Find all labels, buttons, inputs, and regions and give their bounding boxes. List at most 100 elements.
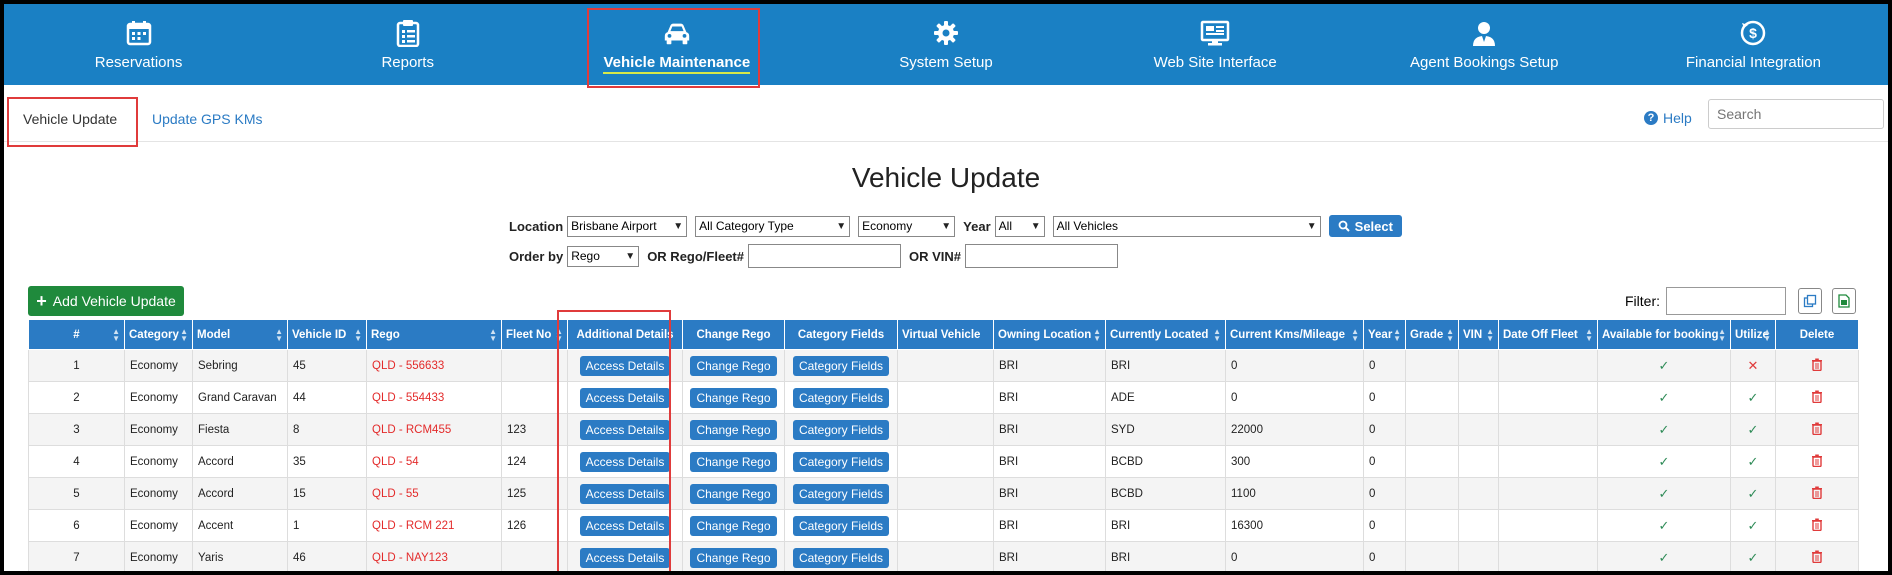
cell-rego[interactable]: QLD - RCM455 — [366, 413, 502, 446]
nav-system-setup[interactable]: System Setup — [811, 4, 1080, 85]
change-rego-button[interactable]: Change Rego — [690, 483, 777, 504]
category-value: Economy — [862, 219, 913, 233]
cell-rego[interactable]: QLD - 55 — [366, 477, 502, 510]
category-type-select[interactable]: All Category Type ▼ — [695, 215, 851, 237]
vin-input[interactable] — [965, 244, 1118, 268]
col-header-delete[interactable]: Delete — [1775, 319, 1859, 350]
add-vehicle-update-button[interactable]: + Add Vehicle Update — [28, 286, 184, 316]
col-header-virtual-vehicle[interactable]: Virtual Vehicle — [897, 319, 994, 350]
col-header-currently-located[interactable]: Currently Located ▲ ▼ — [1105, 319, 1226, 350]
location-select[interactable]: Brisbane Airport ▼ — [567, 215, 688, 237]
col-header-owning-location[interactable]: Owning Location ▲ ▼ — [993, 319, 1106, 350]
cell-date-off-fleet — [1498, 381, 1598, 414]
select-button[interactable]: Select — [1328, 215, 1402, 237]
help-label: Help — [1663, 110, 1692, 126]
access-details-button[interactable]: Access Details — [579, 355, 671, 376]
check-icon: ✓ — [1747, 389, 1759, 405]
change-rego-button[interactable]: Change Rego — [690, 419, 777, 440]
nav-web-site-interface[interactable]: Web Site Interface — [1081, 4, 1350, 85]
help-link[interactable]: ? Help — [1644, 110, 1692, 126]
category-fields-button[interactable]: Category Fields — [792, 419, 890, 440]
col-header-grade[interactable]: Grade ▲ ▼ — [1405, 319, 1459, 350]
col-header-year[interactable]: Year ▲ ▼ — [1363, 319, 1406, 350]
col-header-num[interactable]: # ▲ ▼ — [28, 319, 125, 350]
nav-reservations[interactable]: Reservations — [4, 4, 273, 85]
search-icon — [1338, 220, 1350, 232]
trash-icon[interactable] — [1811, 390, 1823, 406]
cell-rego[interactable]: QLD - 54 — [366, 445, 502, 478]
col-header-rego[interactable]: Rego ▲ ▼ — [366, 319, 502, 350]
col-header-current-kms[interactable]: Current Kms/Mileage ▲ ▼ — [1225, 319, 1364, 350]
category-fields-button[interactable]: Category Fields — [792, 355, 890, 376]
cell-current-kms: 1100 — [1225, 477, 1364, 510]
order-by-select[interactable]: Rego ▼ — [567, 245, 640, 267]
filter-label: Filter: — [1625, 293, 1660, 309]
col-header-category[interactable]: Category ▲ ▼ — [124, 319, 193, 350]
cell-num: 7 — [28, 541, 125, 571]
filter-input[interactable] — [1666, 287, 1786, 315]
cell-rego[interactable]: QLD - NAY123 — [366, 541, 502, 571]
col-header-vin[interactable]: VIN ▲ ▼ — [1458, 319, 1499, 350]
nav-financial-integration[interactable]: $ Financial Integration — [1619, 4, 1888, 85]
category-fields-button[interactable]: Category Fields — [792, 483, 890, 504]
access-details-button[interactable]: Access Details — [579, 515, 671, 536]
rego-fleet-input[interactable] — [747, 244, 901, 268]
trash-icon[interactable] — [1811, 358, 1823, 374]
sort-icon: ▲ ▼ — [555, 327, 563, 343]
nav-vehicle-maintenance[interactable]: Vehicle Maintenance — [542, 4, 811, 85]
search-input[interactable] — [1708, 99, 1884, 129]
filter-form-row-2: Order by Rego ▼ OR Rego/Fleet# OR VIN# — [509, 244, 1126, 268]
check-icon: ✓ — [1747, 453, 1759, 469]
trash-icon[interactable] — [1811, 518, 1823, 534]
access-details-button[interactable]: Access Details — [579, 547, 671, 568]
cell-rego[interactable]: QLD - 554433 — [366, 381, 502, 414]
col-header-model[interactable]: Model ▲ ▼ — [192, 319, 288, 350]
cell-num: 1 — [28, 349, 125, 382]
col-header-utilize[interactable]: Utilize ▲ ▼ — [1730, 319, 1776, 350]
col-header-available[interactable]: Available for booking ▲ ▼ — [1597, 319, 1731, 350]
category-fields-button[interactable]: Category Fields — [792, 515, 890, 536]
change-rego-button[interactable]: Change Rego — [690, 515, 777, 536]
access-details-button[interactable]: Access Details — [579, 419, 671, 440]
header-label: Fleet No — [506, 328, 552, 341]
change-rego-button[interactable]: Change Rego — [690, 355, 777, 376]
tab-vehicle-update[interactable]: Vehicle Update — [23, 111, 117, 127]
col-header-vehicle-id[interactable]: Vehicle ID ▲ ▼ — [287, 319, 367, 350]
cell-num: 2 — [28, 381, 125, 414]
nav-reports[interactable]: Reports — [273, 4, 542, 85]
access-details-button[interactable]: Access Details — [579, 387, 671, 408]
vehicles-select[interactable]: All Vehicles ▼ — [1052, 215, 1321, 237]
change-rego-button[interactable]: Change Rego — [690, 547, 777, 568]
col-header-date-off-fleet[interactable]: Date Off Fleet ▲ ▼ — [1498, 319, 1598, 350]
nav-agent-bookings-setup[interactable]: Agent Bookings Setup — [1350, 4, 1619, 85]
category-fields-button[interactable]: Category Fields — [792, 387, 890, 408]
trash-icon[interactable] — [1811, 550, 1823, 566]
copy-icon — [1803, 294, 1817, 308]
change-rego-button[interactable]: Change Rego — [690, 387, 777, 408]
table-row: 3 Economy Fiesta 8 QLD - RCM455 123 Access Det… — [28, 413, 1859, 446]
category-fields-button[interactable]: Category Fields — [792, 547, 890, 568]
trash-icon[interactable] — [1811, 422, 1823, 438]
cell-owning-location: BRI — [993, 445, 1106, 478]
cell-rego[interactable]: QLD - RCM 221 — [366, 509, 502, 542]
cell-category-fields: Category Fields — [784, 445, 898, 478]
category-fields-button[interactable]: Category Fields — [792, 451, 890, 472]
header-label: Delete — [1799, 328, 1835, 341]
trash-icon[interactable] — [1811, 486, 1823, 502]
col-header-change-rego[interactable]: Change Rego — [682, 319, 785, 350]
copy-button[interactable] — [1798, 288, 1822, 314]
change-rego-button[interactable]: Change Rego — [690, 451, 777, 472]
cell-category: Economy — [124, 381, 193, 414]
sort-icon: ▲ ▼ — [1486, 327, 1494, 343]
export-excel-button[interactable] — [1832, 288, 1856, 314]
access-details-button[interactable]: Access Details — [579, 451, 671, 472]
year-select[interactable]: All ▼ — [994, 215, 1045, 237]
cell-rego[interactable]: QLD - 556633 — [366, 349, 502, 382]
col-header-category-fields[interactable]: Category Fields — [784, 319, 898, 350]
access-details-button[interactable]: Access Details — [579, 483, 671, 504]
category-select[interactable]: Economy ▼ — [858, 215, 956, 237]
col-header-fleet-no[interactable]: Fleet No ▲ ▼ — [501, 319, 568, 350]
col-header-additional-details[interactable]: Additional Details — [567, 319, 683, 350]
trash-icon[interactable] — [1811, 454, 1823, 470]
tab-update-gps-kms[interactable]: Update GPS KMs — [152, 111, 263, 127]
